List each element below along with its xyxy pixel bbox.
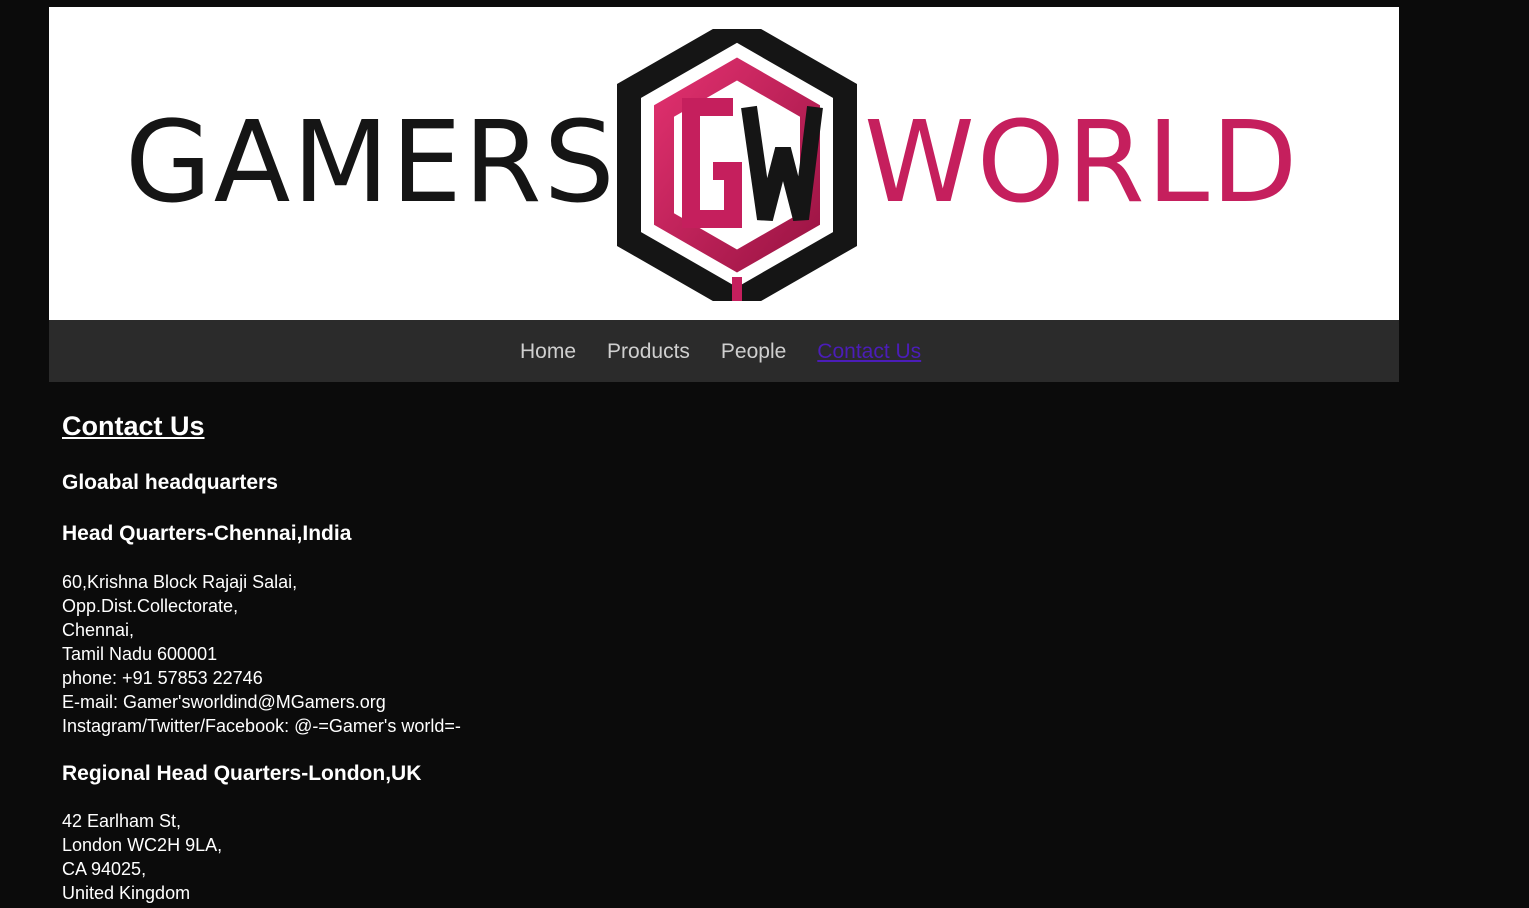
chennai-office-heading: Head Quarters-Chennai,India xyxy=(62,522,352,545)
header-banner: GAMERS WORLD xyxy=(49,7,1399,320)
page: GAMERS WORLD Home Products People Contac… xyxy=(0,0,1529,908)
contact-content: Contact Us Gloabal headquarters Head Qua… xyxy=(62,408,1262,905)
address-line: 42 Earlham St, xyxy=(62,811,182,831)
address-line: Chennai, xyxy=(62,620,135,640)
social-handle-text: Instagram/Twitter/Facebook: @-=Gamer's w… xyxy=(62,716,461,736)
global-headquarters-heading: Gloabal headquarters xyxy=(62,471,278,494)
address-line: United Kingdom xyxy=(62,883,191,903)
london-address: 42 Earlham St, London WC2H 9LA, CA 94025… xyxy=(62,809,1262,905)
nav-links: Home Products People Contact Us xyxy=(520,337,921,367)
address-line: Opp.Dist.Collectorate, xyxy=(62,596,239,616)
gw-logo-icon xyxy=(617,29,857,301)
london-office-heading: Regional Head Quarters-London,UK xyxy=(62,762,422,785)
logo-text-gamers: GAMERS xyxy=(125,98,617,228)
address-line: London WC2H 9LA, xyxy=(62,835,223,855)
logo-text-world: WORLD xyxy=(864,98,1300,228)
nav-link-contact-us[interactable]: Contact Us xyxy=(817,340,921,364)
chennai-address: 60,Krishna Block Rajaji Salai, Opp.Dist.… xyxy=(62,570,1262,738)
nav-link-people[interactable]: People xyxy=(721,340,786,364)
address-line: 60,Krishna Block Rajaji Salai, xyxy=(62,572,298,592)
phone-text: phone: +91 57853 22746 xyxy=(62,668,263,688)
email-text: E-mail: Gamer'sworldind@MGamers.org xyxy=(62,692,386,712)
nav-link-products[interactable]: Products xyxy=(607,340,690,364)
nav-link-home[interactable]: Home xyxy=(520,340,576,364)
address-line: CA 94025, xyxy=(62,859,147,879)
main-navigation: Home Products People Contact Us xyxy=(49,320,1399,382)
page-title: Contact Us xyxy=(62,411,205,441)
address-line: Tamil Nadu 600001 xyxy=(62,644,218,664)
